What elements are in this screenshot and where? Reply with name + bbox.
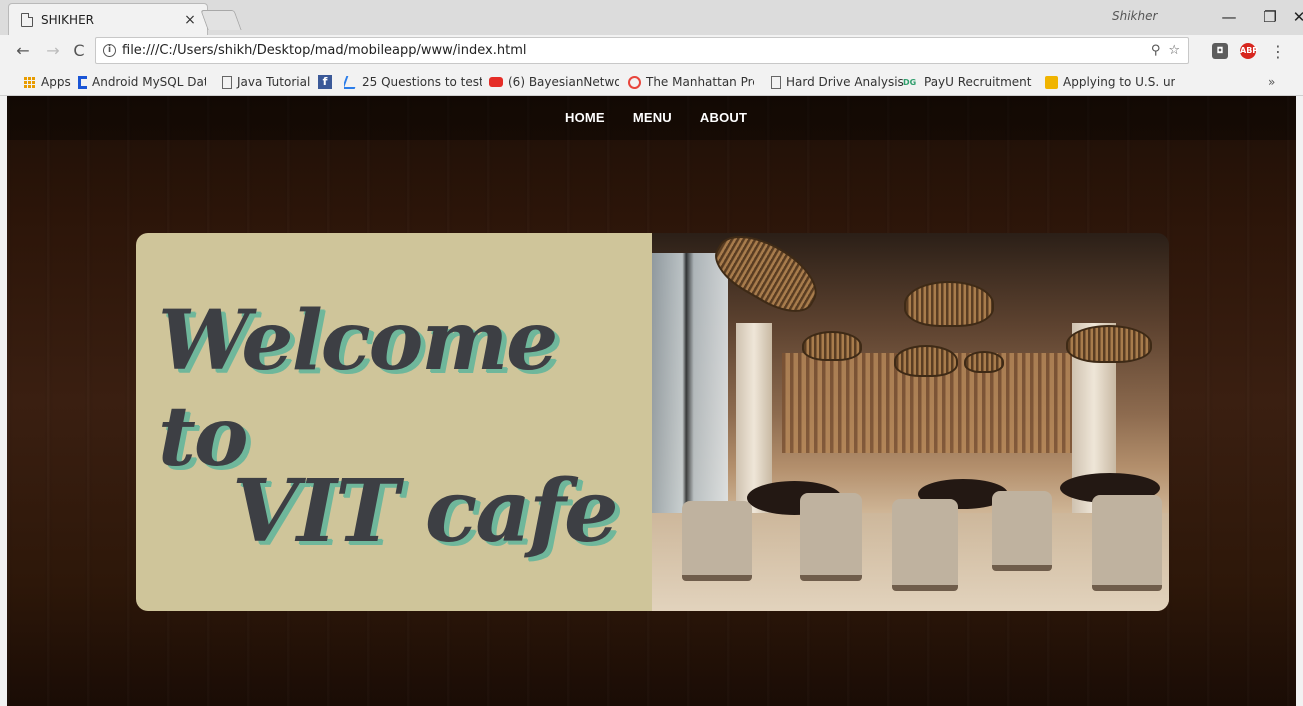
restore-button[interactable]: ❐ <box>1255 6 1285 28</box>
menu-icon[interactable]: ⋮ <box>1270 42 1286 61</box>
back-arrow-icon[interactable]: ← <box>14 42 32 60</box>
tab-close-icon[interactable]: × <box>183 12 197 28</box>
bookmark-payu[interactable]: DG PayU Recruitment pro <box>903 74 1033 90</box>
cafe-interior-image <box>652 233 1169 611</box>
trophy-icon <box>1045 75 1058 89</box>
bookmark-label: (6) BayesianNetwork <box>508 75 619 89</box>
forward-arrow-icon[interactable]: → <box>44 42 62 60</box>
close-window-button[interactable]: ✕ <box>1292 6 1303 28</box>
new-tab-button[interactable] <box>200 10 242 30</box>
info-icon[interactable]: i <box>103 44 116 57</box>
welcome-heading-line2: VIT cafe <box>232 461 619 562</box>
bookmark-android-mysql[interactable]: Android MySQL Data <box>78 74 206 90</box>
bookmark-25-questions[interactable]: 25 Questions to test <box>344 74 482 90</box>
minimize-button[interactable]: — <box>1214 6 1244 28</box>
page-viewport: HOME MENU ABOUT Welcome to VIT cafe <box>7 96 1296 706</box>
welcome-banner: Welcome to VIT cafe <box>136 233 1169 611</box>
bookmarks-bar: Apps Android MySQL Data Java Tutorial f … <box>0 67 1303 96</box>
bookmark-label: 25 Questions to test <box>362 75 482 89</box>
facebook-icon: f <box>318 75 332 89</box>
bracket-icon <box>78 75 87 89</box>
bookmark-label: Java Tutorial <box>237 75 311 89</box>
bookmark-java-tutorial[interactable]: Java Tutorial <box>222 74 310 90</box>
bookmark-label: PayU Recruitment pro <box>924 75 1033 89</box>
tab-title: SHIKHER <box>41 13 94 27</box>
browser-tab[interactable]: SHIKHER × <box>8 3 208 35</box>
shield-extension-icon[interactable]: ◘ <box>1212 43 1228 59</box>
reload-icon[interactable]: C <box>70 42 88 60</box>
manhattan-icon <box>628 75 641 89</box>
youtube-icon <box>489 77 503 87</box>
bookmark-label: Apps <box>41 75 71 89</box>
site-navbar: HOME MENU ABOUT <box>7 96 1296 140</box>
nav-about-link[interactable]: ABOUT <box>700 110 747 125</box>
welcome-panel: Welcome to VIT cafe <box>136 233 652 611</box>
welcome-heading-line1: Welcome to <box>158 293 558 485</box>
zoom-icon[interactable]: ⚲ <box>1151 43 1161 58</box>
bookmark-label: Hard Drive Analysis <box>786 75 904 89</box>
bookmark-label: Applying to U.S. univ <box>1063 75 1175 89</box>
chart-icon <box>344 75 360 89</box>
bookmark-hard-drive[interactable]: Hard Drive Analysis <box>771 74 904 90</box>
url-text[interactable]: file:///C:/Users/shikh/Desktop/mad/mobil… <box>122 43 1151 58</box>
profile-name[interactable]: Shikher <box>1112 9 1157 23</box>
address-bar[interactable]: i file:///C:/Users/shikh/Desktop/mad/mob… <box>95 37 1189 64</box>
nav-menu-link[interactable]: MENU <box>633 110 672 125</box>
bookmark-label: Android MySQL Data <box>92 75 206 89</box>
bookmark-label: The Manhattan Prep <box>646 75 754 89</box>
bookmark-manhattan-prep[interactable]: The Manhattan Prep <box>628 74 754 90</box>
bookmark-bayesian[interactable]: (6) BayesianNetwork <box>489 74 619 90</box>
bookmark-facebook[interactable]: f <box>318 74 337 90</box>
adblock-extension-icon[interactable]: ABP <box>1240 43 1258 59</box>
title-bar: SHIKHER × Shikher — ❐ ✕ <box>0 0 1303 35</box>
bookmark-applying-us[interactable]: Applying to U.S. univ <box>1045 74 1175 90</box>
bookmarks-overflow-icon[interactable]: » <box>1268 75 1275 89</box>
bookmark-star-icon[interactable]: ☆ <box>1168 43 1180 58</box>
page-icon <box>21 13 33 27</box>
apps-grid-icon <box>24 76 35 88</box>
page-icon <box>222 75 232 89</box>
page-icon <box>771 75 781 89</box>
dg-icon: DG <box>903 77 917 87</box>
nav-home-link[interactable]: HOME <box>565 110 605 125</box>
browser-toolbar: ← → C i file:///C:/Users/shikh/Desktop/m… <box>0 35 1303 67</box>
bookmark-apps[interactable]: Apps <box>24 74 71 90</box>
